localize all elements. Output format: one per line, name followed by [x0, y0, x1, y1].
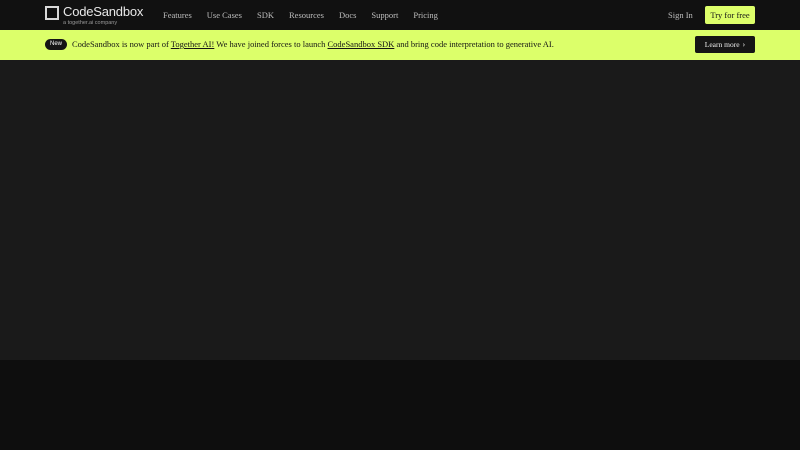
- codesandbox-logo-icon: [45, 6, 59, 20]
- learn-more-label: Learn more: [704, 40, 740, 49]
- logo-text: CodeSandbox a together.ai company: [63, 4, 144, 27]
- codesandbox-sdk-link[interactable]: CodeSandbox SDK: [328, 39, 395, 49]
- lower-section: [0, 360, 800, 450]
- page: CodeSandbox a together.ai company Featur…: [0, 0, 800, 450]
- learn-more-button[interactable]: Learn more ›: [695, 36, 755, 53]
- together-ai-link[interactable]: Together AI!: [171, 39, 215, 49]
- nav-use-cases[interactable]: Use Cases: [207, 10, 242, 20]
- try-for-free-button[interactable]: Try for free: [705, 6, 755, 24]
- nav-docs[interactable]: Docs: [339, 10, 356, 20]
- banner-text-1: CodeSandbox is now part of: [72, 39, 171, 49]
- sign-in-link[interactable]: Sign In: [668, 10, 693, 20]
- banner-text-2: We have joined forces to launch: [214, 39, 328, 49]
- nav-sdk[interactable]: SDK: [257, 10, 274, 20]
- main-content: [0, 60, 800, 360]
- logo[interactable]: CodeSandbox a together.ai company: [45, 5, 143, 26]
- nav-pricing[interactable]: Pricing: [413, 10, 438, 20]
- logo-subtitle: a together.ai company: [63, 20, 118, 26]
- banner-message: CodeSandbox is now part of Together AI! …: [72, 39, 554, 50]
- nav-features[interactable]: Features: [163, 10, 192, 20]
- nav-resources[interactable]: Resources: [289, 10, 324, 20]
- logo-name: CodeSandbox: [63, 4, 144, 19]
- main-nav: Features Use Cases SDK Resources Docs Su…: [163, 10, 453, 20]
- new-badge: New: [45, 39, 67, 50]
- announcement-banner: New CodeSandbox is now part of Together …: [0, 30, 800, 60]
- top-navbar: CodeSandbox a together.ai company Featur…: [0, 0, 800, 30]
- nav-support[interactable]: Support: [371, 10, 398, 20]
- banner-text-3: and bring code interpretation to generat…: [394, 39, 554, 49]
- chevron-right-icon: ›: [742, 40, 746, 49]
